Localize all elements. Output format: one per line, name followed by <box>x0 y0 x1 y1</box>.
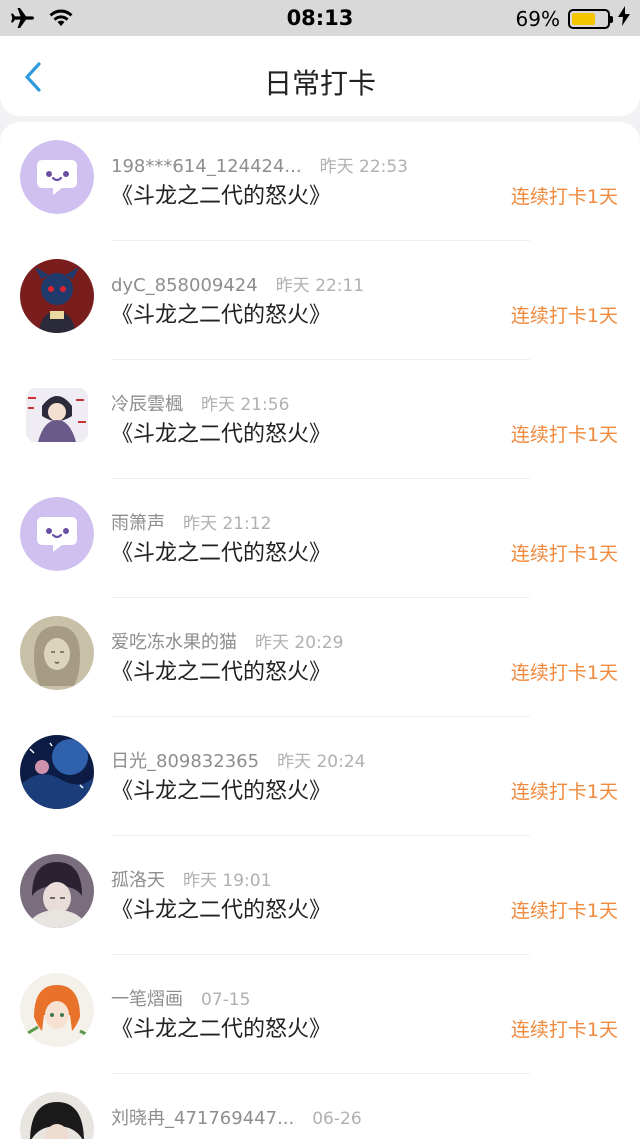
user-avatar-image <box>20 973 94 1047</box>
user-avatar-image <box>20 1092 94 1139</box>
checkin-time: 07-15 <box>201 990 251 1010</box>
streak-label: 连续打卡1天 <box>510 424 618 446</box>
list-item[interactable]: 雨箫声 昨天 21:12 《斗龙之二代的怒火》 连续打卡1天 <box>0 479 640 598</box>
user-avatar-image <box>20 854 94 928</box>
chat-bubble-icon <box>20 140 94 214</box>
nav-bar: 日常打卡 <box>0 36 640 116</box>
list-item[interactable]: 孤洛天 昨天 19:01 《斗龙之二代的怒火》 连续打卡1天 <box>0 836 640 955</box>
chat-bubble-icon <box>20 497 94 571</box>
book-title[interactable]: 《斗龙之二代的怒火》 <box>111 892 331 924</box>
checkin-time: 昨天 21:56 <box>201 395 290 415</box>
checkin-time: 昨天 20:24 <box>277 752 366 772</box>
user-avatar-image <box>20 259 94 333</box>
list-item[interactable]: 爱吃冻水果的猫 昨天 20:29 《斗龙之二代的怒火》 连续打卡1天 <box>0 598 640 717</box>
streak-label: 连续打卡1天 <box>510 781 618 803</box>
avatar[interactable] <box>20 854 94 928</box>
list-item[interactable]: 日光_809832365 昨天 20:24 《斗龙之二代的怒火》 连续打卡1天 <box>0 717 640 836</box>
avatar[interactable] <box>20 259 94 333</box>
book-title[interactable]: 《斗龙之二代的怒火》 <box>111 297 331 329</box>
avatar[interactable] <box>20 1092 94 1139</box>
user-line: 日光_809832365 昨天 20:24 <box>111 747 365 773</box>
user-name[interactable]: 刘晓冉_471769447... <box>111 1104 294 1130</box>
user-name[interactable]: 雨箫声 <box>111 509 165 535</box>
checkin-list: 198***614_124424... 昨天 22:53 《斗龙之二代的怒火》 … <box>0 122 640 1139</box>
streak-label: 连续打卡1天 <box>510 186 618 208</box>
user-name[interactable]: dyC_858009424 <box>111 275 258 296</box>
avatar[interactable] <box>20 497 94 571</box>
battery-percent: 69% <box>515 6 560 31</box>
book-title[interactable]: 《斗龙之二代的怒火》 <box>111 416 331 448</box>
avatar[interactable] <box>20 378 94 452</box>
status-right: 69% <box>516 6 630 31</box>
user-line: 雨箫声 昨天 21:12 <box>111 509 271 535</box>
status-bar: 08:13 69% <box>0 0 640 36</box>
checkin-time: 06-26 <box>312 1109 362 1129</box>
user-avatar-image <box>20 616 94 690</box>
user-name[interactable]: 爱吃冻水果的猫 <box>111 628 237 654</box>
user-line: 一笔熠画 07-15 <box>111 985 250 1011</box>
list-item[interactable]: dyC_858009424 昨天 22:11 《斗龙之二代的怒火》 连续打卡1天 <box>0 241 640 360</box>
user-name[interactable]: 冷辰雲楓 <box>111 390 183 416</box>
user-line: 孤洛天 昨天 19:01 <box>111 866 271 892</box>
user-line: 198***614_124424... 昨天 22:53 <box>111 152 408 177</box>
book-title[interactable]: 《斗龙之二代的怒火》 <box>111 654 331 686</box>
user-name[interactable]: 孤洛天 <box>111 866 165 892</box>
avatar[interactable] <box>20 735 94 809</box>
user-name[interactable]: 一笔熠画 <box>111 985 183 1011</box>
list-item[interactable]: 198***614_124424... 昨天 22:53 《斗龙之二代的怒火》 … <box>0 122 640 241</box>
book-title[interactable]: 《斗龙之二代的怒火》 <box>111 535 331 567</box>
list-item[interactable]: 一笔熠画 07-15 《斗龙之二代的怒火》 连续打卡1天 <box>0 955 640 1074</box>
user-line: 刘晓冉_471769447... 06-26 <box>111 1104 362 1130</box>
checkin-time: 昨天 22:11 <box>275 276 365 296</box>
avatar[interactable] <box>20 973 94 1047</box>
user-name[interactable]: 198***614_124424... <box>111 156 302 177</box>
user-avatar-image <box>20 378 94 452</box>
battery-icon <box>568 8 613 29</box>
streak-label: 连续打卡1天 <box>510 900 618 922</box>
user-line: dyC_858009424 昨天 22:11 <box>111 271 364 296</box>
streak-label: 连续打卡1天 <box>510 662 618 684</box>
user-avatar-image <box>20 735 94 809</box>
streak-label: 连续打卡1天 <box>510 1019 618 1041</box>
avatar[interactable] <box>20 140 94 214</box>
book-title[interactable]: 《斗龙之二代的怒火》 <box>111 178 331 210</box>
list-item[interactable]: 刘晓冉_471769447... 06-26 <box>0 1074 640 1139</box>
checkin-time: 昨天 20:29 <box>255 633 344 653</box>
charging-icon <box>618 6 630 31</box>
user-name[interactable]: 日光_809832365 <box>111 747 259 773</box>
user-line: 冷辰雲楓 昨天 21:56 <box>111 390 289 416</box>
list-item[interactable]: 冷辰雲楓 昨天 21:56 《斗龙之二代的怒火》 连续打卡1天 <box>0 360 640 479</box>
checkin-time: 昨天 19:01 <box>183 871 272 891</box>
checkin-time: 昨天 21:12 <box>183 514 272 534</box>
avatar[interactable] <box>20 616 94 690</box>
streak-label: 连续打卡1天 <box>510 305 618 327</box>
streak-label: 连续打卡1天 <box>510 543 618 565</box>
book-title[interactable]: 《斗龙之二代的怒火》 <box>111 773 331 805</box>
book-title[interactable]: 《斗龙之二代的怒火》 <box>111 1011 331 1043</box>
user-line: 爱吃冻水果的猫 昨天 20:29 <box>111 628 343 654</box>
checkin-time: 昨天 22:53 <box>319 157 408 177</box>
battery-level <box>572 12 596 25</box>
page-title: 日常打卡 <box>263 67 376 100</box>
